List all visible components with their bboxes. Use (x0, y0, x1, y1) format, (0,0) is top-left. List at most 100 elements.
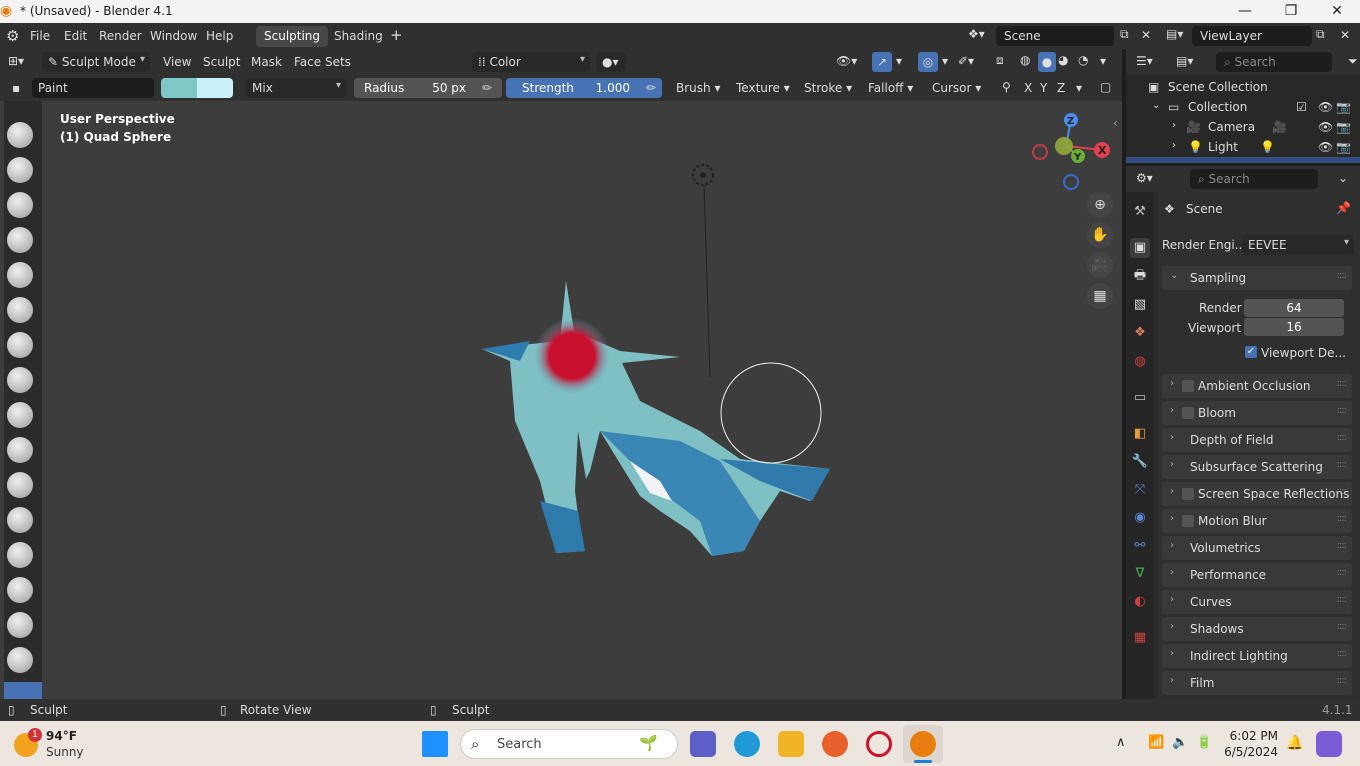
solid-shading-icon[interactable]: ● (1038, 52, 1056, 72)
mode-dropdown[interactable]: ✎ Sculpt Mode ▾ (42, 52, 150, 72)
symmetry-dropdown-icon[interactable]: ▾ (1076, 81, 1082, 95)
viewlayer-name-field[interactable]: ViewLayer (1192, 26, 1312, 46)
chevron-down-icon[interactable]: ⌄ (1152, 100, 1160, 111)
menu-help[interactable]: Help (206, 29, 233, 43)
drag-grip-icon[interactable]: :::: (1337, 675, 1348, 686)
material-tab-icon[interactable]: ◐ (1130, 592, 1150, 612)
render-engine-dropdown[interactable]: EEVEE ▾ (1242, 235, 1354, 255)
view-layer-tab-icon[interactable]: ▧ (1130, 295, 1150, 315)
visibility-icon[interactable]: 👁▾ (836, 54, 857, 68)
modifier-tab-icon[interactable]: 🔧 (1130, 452, 1150, 472)
panel-bloom[interactable]: › Bloom:::: (1162, 401, 1352, 425)
drag-grip-icon[interactable]: :::: (1337, 567, 1348, 578)
symmetry-icon[interactable]: ⚲ (1002, 80, 1011, 94)
scene-name-field[interactable]: Scene (996, 26, 1114, 46)
outliner-row-light[interactable]: › 💡 Light 💡 👁 📷 (1126, 137, 1360, 157)
add-workspace-button[interactable]: + (390, 26, 403, 44)
camera-view-icon[interactable]: 🎥 (1087, 252, 1113, 278)
gizmo-neg-z[interactable] (1063, 174, 1079, 190)
panel-indirect-lighting[interactable]: › Indirect Lighting:::: (1162, 644, 1352, 668)
scene-tab-icon[interactable]: ❖ (1130, 323, 1150, 343)
panel-film[interactable]: › Film:::: (1162, 671, 1352, 695)
edge-browser-icon[interactable] (734, 731, 760, 757)
drag-grip-icon[interactable]: :::: (1337, 648, 1348, 659)
checkbox-icon[interactable]: ☑ (1296, 100, 1307, 114)
close-button[interactable]: ✕ (1314, 0, 1360, 23)
panel-ambient-occlusion[interactable]: › Ambient Occlusion:::: (1162, 374, 1352, 398)
menu-edit[interactable]: Edit (64, 29, 87, 43)
chevron-up-icon[interactable]: ∧ (1116, 735, 1126, 750)
filter-icon[interactable]: ⏷ (1348, 54, 1358, 69)
teams-meet-icon[interactable] (690, 731, 716, 757)
navigation-gizmo[interactable]: X Z Y (1030, 110, 1116, 196)
drag-grip-icon[interactable]: :::: (1337, 540, 1348, 551)
outliner-row-camera[interactable]: › 🎥 Camera 🎥 👁 📷 (1126, 117, 1360, 137)
eye-icon[interactable]: 👁 (1318, 100, 1333, 114)
render-tab-icon[interactable]: ▣ (1130, 238, 1150, 258)
toggle-xray-icon[interactable]: ⧈ (996, 53, 1004, 68)
drag-grip-icon[interactable]: :::: (1337, 459, 1348, 470)
weather-temp[interactable]: 94°F (46, 729, 77, 743)
battery-icon[interactable]: 🔋 (1196, 735, 1212, 750)
outliner-editor-icon[interactable]: ☰▾ (1136, 54, 1153, 68)
properties-editor-icon[interactable]: ⚙▾ (1136, 171, 1153, 185)
scene-icon[interactable]: ❖▾ (968, 27, 985, 41)
collection-tab-icon[interactable]: ▭ (1130, 388, 1150, 408)
output-tab-icon[interactable]: 🖶 (1130, 266, 1150, 286)
copilot-icon[interactable] (1316, 731, 1342, 757)
collapse-sidebar-icon[interactable]: ‹ (1113, 116, 1118, 130)
panel-motion-blur[interactable]: › Motion Blur:::: (1162, 509, 1352, 533)
panel-screen-space-reflections[interactable]: › Screen Space Reflections:::: (1162, 482, 1352, 506)
panel-depth-of-field[interactable]: › Depth of Field:::: (1162, 428, 1352, 452)
overlay-dropdown-icon[interactable]: ▾ (942, 54, 948, 68)
constraints-tab-icon[interactable]: ⚯ (1130, 536, 1150, 556)
delete-scene-icon[interactable]: ✕ (1141, 28, 1151, 42)
display-mode-icon[interactable]: ▤▾ (1176, 54, 1193, 68)
drag-grip-icon[interactable]: :::: (1337, 486, 1348, 497)
panel-shadows[interactable]: › Shadows:::: (1162, 617, 1352, 641)
physics-tab-icon[interactable]: ◉ (1130, 508, 1150, 528)
sidebar-toggle-icon[interactable]: ▢ (1100, 80, 1111, 94)
falloff-menu[interactable]: Falloff ▾ (868, 81, 913, 95)
panel-performance[interactable]: › Performance:::: (1162, 563, 1352, 587)
pan-hand-icon[interactable]: ✋ (1087, 222, 1113, 248)
menu-render[interactable]: Render (99, 29, 142, 43)
viewport-denoise-checkbox[interactable]: ✓ (1245, 346, 1257, 358)
menu-file[interactable]: File (30, 29, 50, 43)
viewlayer-icon[interactable]: ▤▾ (1166, 27, 1183, 41)
windows-start-icon[interactable] (422, 731, 448, 757)
minimize-button[interactable]: — (1222, 0, 1268, 23)
render-camera-icon[interactable]: 📷 (1336, 140, 1351, 154)
panel-curves[interactable]: › Curves:::: (1162, 590, 1352, 614)
drag-grip-icon[interactable]: :::: (1337, 621, 1348, 632)
brush-preview-icon[interactable]: ▪ (12, 81, 20, 95)
render-samples-field[interactable]: 64 (1244, 299, 1344, 317)
panel-enable-checkbox[interactable] (1182, 407, 1194, 419)
outliner-row-collection[interactable]: ⌄ ▭ Collection ☑ 👁 📷 (1126, 97, 1360, 117)
brush-menu[interactable]: Brush ▾ (676, 81, 720, 95)
outliner-row-scene-collection[interactable]: ▣ Scene Collection (1126, 77, 1360, 97)
texture-tab-icon[interactable]: ▦ (1130, 628, 1150, 648)
volume-icon[interactable]: 🔈 (1172, 735, 1188, 750)
menu-view[interactable]: View (163, 55, 191, 69)
ortho-grid-icon[interactable]: ▦ (1087, 283, 1113, 309)
gizmo-neg-x[interactable] (1032, 144, 1048, 160)
camera-data-icon[interactable]: 🎥 (1272, 120, 1287, 134)
chevron-right-icon[interactable]: › (1172, 120, 1176, 131)
clock-date[interactable]: 6/5/2024 (1222, 745, 1278, 759)
eye-icon[interactable]: 👁 (1318, 140, 1333, 154)
drag-grip-icon[interactable]: :::: (1337, 513, 1348, 524)
viewport-samples-field[interactable]: 16 (1244, 318, 1344, 336)
shading-ball-dropdown[interactable]: ●▾ (596, 52, 626, 72)
notification-bell-icon[interactable]: 🔔 (1286, 735, 1303, 751)
editor-type-icon[interactable]: ⊞▾ (8, 54, 24, 68)
chevron-right-icon[interactable]: › (1172, 140, 1176, 151)
light-object-icon[interactable] (692, 164, 714, 378)
options-chevron-icon[interactable]: ⌄ (1338, 171, 1348, 185)
radius-pressure-icon[interactable]: ✏ (482, 81, 492, 95)
menu-sculpt[interactable]: Sculpt (203, 55, 240, 69)
maximize-button[interactable]: ❐ (1268, 0, 1314, 23)
radius-slider[interactable]: Radius 50 px (354, 78, 502, 98)
tab-sculpting[interactable]: Sculpting (256, 26, 329, 47)
symmetry-y-button[interactable]: Y (1040, 81, 1047, 95)
